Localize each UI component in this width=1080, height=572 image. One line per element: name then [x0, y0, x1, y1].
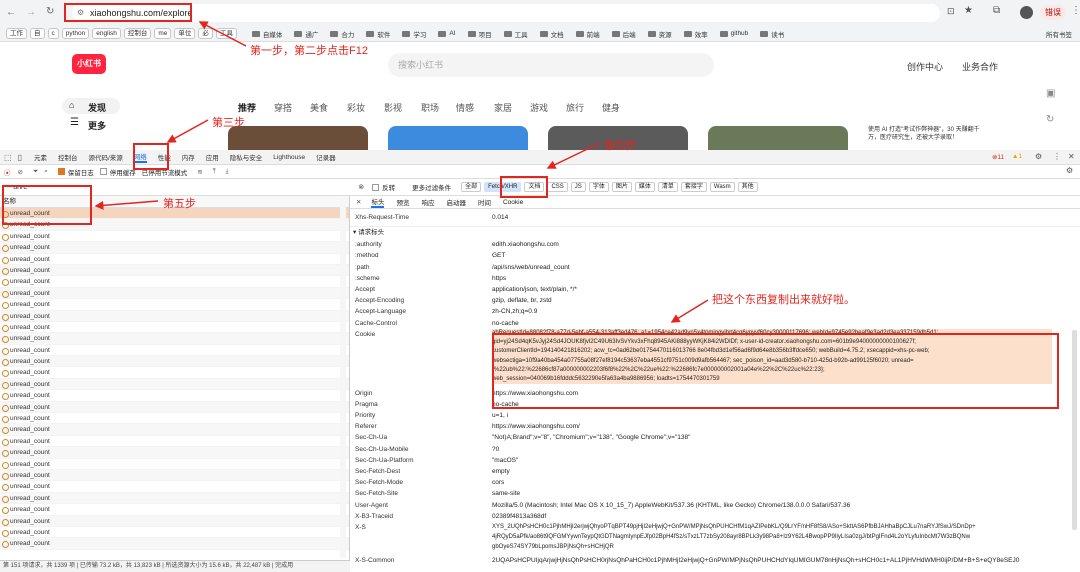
arrow-step5: [94, 200, 159, 210]
arrow-step4: [546, 142, 601, 169]
arrow-step3: [166, 119, 209, 143]
annotation-arrows: [94, 21, 709, 323]
arrow-copy: [670, 299, 709, 323]
arrow-step1: [198, 21, 247, 47]
